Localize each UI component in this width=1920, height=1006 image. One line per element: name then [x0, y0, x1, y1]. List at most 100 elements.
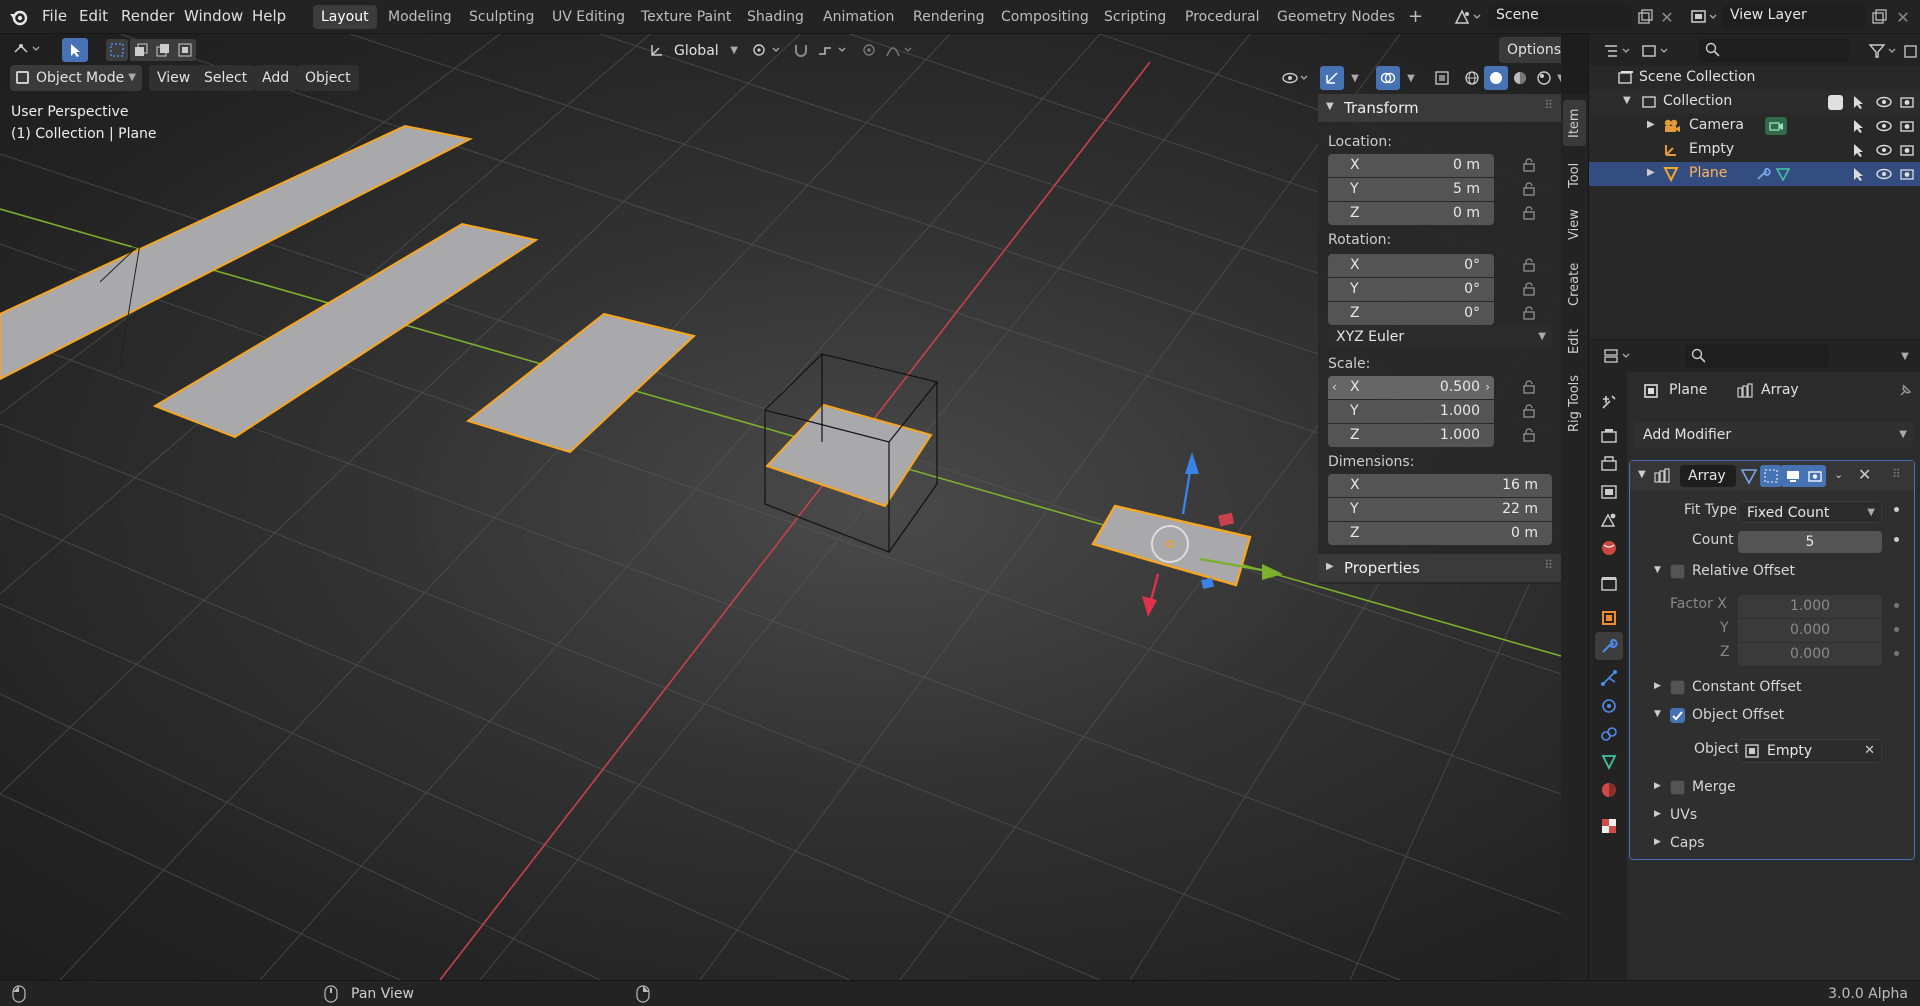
camera-data-icon[interactable] — [1765, 117, 1787, 135]
rotation-x-field[interactable]: X 0° — [1328, 254, 1494, 277]
add-workspace-button[interactable]: + — [1400, 5, 1431, 29]
merge-checkbox[interactable] — [1670, 780, 1685, 795]
particles-tab-icon[interactable] — [1597, 666, 1621, 690]
shading-rendered-icon[interactable] — [1532, 66, 1556, 90]
menu-render[interactable]: Render — [121, 7, 174, 25]
collection-tab-icon[interactable] — [1597, 572, 1621, 596]
tab-create-label[interactable]: Create — [1567, 263, 1582, 306]
new-view-layer-icon[interactable] — [1868, 6, 1890, 28]
scale-y-field[interactable]: Y 1.000 — [1328, 400, 1494, 423]
tab-animation[interactable]: Animation — [815, 5, 902, 29]
world-tab-icon[interactable] — [1597, 536, 1621, 560]
eye-icon[interactable] — [1875, 142, 1893, 158]
render-camera-icon[interactable] — [1899, 118, 1915, 134]
proportional-edit-icon[interactable] — [858, 39, 880, 61]
remove-modifier-icon[interactable]: ✕ — [1858, 465, 1871, 484]
scene-tab-icon[interactable] — [1597, 508, 1621, 532]
selectable-arrow-icon[interactable] — [1851, 142, 1867, 158]
object-tab-icon[interactable] — [1597, 606, 1621, 630]
drag-handle-icon[interactable]: ⠿ — [1892, 467, 1901, 481]
tab-rig-tools-label[interactable]: Rig Tools — [1567, 375, 1582, 432]
properties-search-input[interactable] — [1685, 344, 1829, 368]
menu-help[interactable]: Help — [252, 7, 286, 25]
select-tool-icon[interactable] — [62, 38, 88, 62]
constant-offset-subpanel-header[interactable]: ▶ Constant Offset — [1630, 675, 1914, 701]
overlays-toggle-icon[interactable] — [1376, 66, 1400, 90]
object-menu[interactable]: Object — [297, 65, 359, 91]
lock-icon[interactable] — [1522, 158, 1536, 172]
factor-z-field[interactable]: 0.000 — [1738, 643, 1882, 666]
menu-window[interactable]: Window — [184, 7, 243, 25]
outliner-row-plane[interactable]: ▶ Plane — [1589, 162, 1920, 186]
outliner-editor-type-icon[interactable] — [1601, 40, 1635, 62]
tab-rendering[interactable]: Rendering — [905, 5, 993, 29]
eye-icon[interactable] — [1875, 94, 1893, 110]
shading-dropdown-icon[interactable]: ▼ — [1554, 66, 1561, 90]
on-cage-toggle-icon[interactable] — [1760, 465, 1782, 487]
modifiers-tab-icon[interactable] — [1595, 632, 1623, 660]
material-tab-icon[interactable] — [1597, 778, 1621, 802]
keyframe-dot-icon[interactable] — [1894, 603, 1899, 608]
realtime-toggle-icon[interactable] — [1782, 465, 1804, 487]
tab-view-label[interactable]: View — [1567, 209, 1582, 240]
menu-edit[interactable]: Edit — [79, 7, 108, 25]
dimensions-y-field[interactable]: Y 22 m — [1328, 498, 1552, 521]
snap-target-icon[interactable] — [814, 39, 854, 61]
lock-icon[interactable] — [1522, 306, 1536, 320]
render-camera-icon[interactable] — [1899, 166, 1915, 182]
scale-x-field[interactable]: ‹ X 0.500 › — [1328, 376, 1494, 399]
tab-tool-label[interactable]: Tool — [1567, 163, 1582, 188]
eye-icon[interactable] — [1875, 166, 1893, 182]
constraints-tab-icon[interactable] — [1597, 722, 1621, 746]
snap-icon[interactable] — [790, 39, 812, 61]
output-tab-icon[interactable] — [1597, 452, 1621, 476]
count-field[interactable]: 5 — [1738, 531, 1882, 553]
modifier-menu-chevron-icon[interactable]: ⌄ — [1834, 468, 1843, 481]
lock-icon[interactable] — [1522, 258, 1536, 272]
outliner-row-camera[interactable]: ▶ Camera — [1589, 114, 1920, 138]
constant-offset-checkbox[interactable] — [1670, 680, 1685, 695]
tab-modeling[interactable]: Modeling — [380, 5, 460, 29]
collapse-arrow-icon[interactable]: ▼ — [1623, 95, 1631, 106]
outliner-search-input[interactable] — [1699, 38, 1849, 62]
delete-view-layer-icon[interactable]: ✕ — [1892, 6, 1914, 28]
filter-icon[interactable] — [1865, 40, 1901, 62]
delete-scene-icon[interactable]: ✕ — [1656, 6, 1678, 28]
select-subtract-icon[interactable] — [152, 39, 174, 61]
relative-offset-checkbox[interactable] — [1670, 564, 1685, 579]
expand-arrow-icon[interactable]: ▶ — [1647, 119, 1655, 130]
scene-selector[interactable]: Scene — [1488, 5, 1632, 29]
menu-file[interactable]: File — [42, 7, 67, 25]
object-offset-subpanel-header[interactable]: ▼ Object Offset — [1630, 703, 1914, 729]
increment-arrow-icon[interactable]: › — [1485, 376, 1490, 399]
selectable-arrow-icon[interactable] — [1851, 166, 1867, 182]
render-camera-icon[interactable] — [1899, 142, 1915, 158]
shading-material-icon[interactable] — [1508, 66, 1532, 90]
transform-orientation-dropdown[interactable]: Global ▼ — [668, 38, 740, 64]
outliner-row-empty[interactable]: Empty — [1589, 138, 1920, 162]
properties-options-icon[interactable]: ▼ — [1895, 345, 1915, 367]
select-intersect-icon[interactable] — [174, 39, 196, 61]
shading-solid-icon[interactable] — [1484, 66, 1508, 90]
keyframe-dot-icon[interactable] — [1894, 651, 1899, 656]
new-collection-icon[interactable] — [1901, 40, 1920, 62]
keyframe-dot-icon[interactable] — [1894, 627, 1899, 632]
lock-icon[interactable] — [1522, 182, 1536, 196]
rotation-z-field[interactable]: Z 0° — [1328, 302, 1494, 325]
location-z-field[interactable]: Z0 m — [1328, 202, 1494, 225]
exclude-checkbox[interactable] — [1828, 95, 1843, 110]
select-menu[interactable]: Select — [196, 65, 256, 91]
caps-subpanel-header[interactable]: ▶ Caps — [1630, 831, 1914, 857]
factor-x-field[interactable]: 1.000 — [1738, 595, 1882, 618]
expand-arrow-icon[interactable]: ▶ — [1647, 167, 1655, 178]
properties-panel-header[interactable]: ▶ Properties ⠿ — [1318, 554, 1561, 582]
view-layer-tab-icon[interactable] — [1597, 480, 1621, 504]
pivot-point-icon[interactable] — [748, 39, 788, 61]
options-dropdown[interactable]: Options ▼ — [1499, 37, 1561, 63]
location-x-field[interactable]: X0 m — [1328, 154, 1494, 177]
shading-wireframe-icon[interactable] — [1460, 66, 1484, 90]
tab-compositing[interactable]: Compositing — [993, 5, 1097, 29]
factor-y-field[interactable]: 0.000 — [1738, 619, 1882, 642]
merge-subpanel-header[interactable]: ▶ Merge — [1630, 775, 1914, 801]
gizmo-dropdown-icon[interactable]: ▼ — [1346, 66, 1364, 90]
